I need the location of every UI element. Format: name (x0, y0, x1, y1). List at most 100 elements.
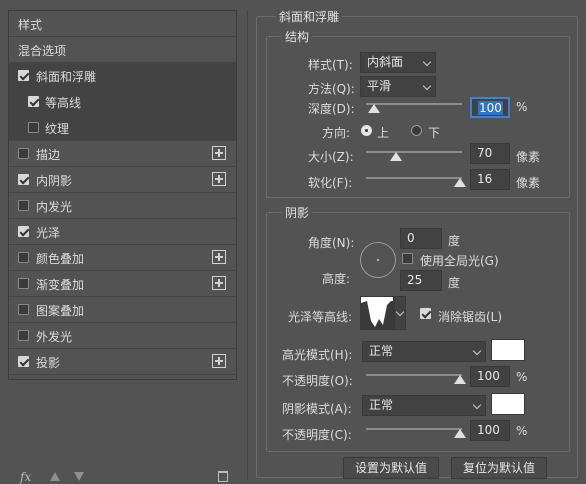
global-light-label[interactable]: 使用全局光(G) (420, 252, 499, 269)
size-slider-track[interactable] (366, 151, 462, 153)
style-select-value: 内斜面 (367, 55, 404, 69)
highlight-mode-select[interactable]: 正常 (362, 341, 486, 362)
shadow-mode-select[interactable]: 正常 (362, 395, 486, 416)
style-list: 样式混合选项斜面和浮雕等高线纹理描边内阴影 内发光 光泽 颜色叠加 渐变叠加 图案叠加 外发… (8, 10, 237, 380)
depth-slider-track[interactable] (366, 103, 462, 105)
chevron-down-icon (422, 81, 432, 91)
altitude-input-value: 25 (407, 273, 423, 287)
move-up-icon[interactable] (50, 472, 60, 481)
style-checkbox[interactable] (18, 356, 29, 367)
add-effect-icon[interactable] (212, 354, 226, 368)
style-list-item[interactable]: 光泽 (9, 219, 236, 245)
make-default-button[interactable]: 设置为默认值 (343, 457, 439, 479)
style-checkbox[interactable] (18, 304, 29, 315)
depth-label: 深度(D): (308, 102, 355, 116)
direction-down-radio[interactable] (411, 125, 422, 136)
style-list-item-label: 纹理 (45, 122, 70, 136)
panel-divider (247, 10, 248, 480)
shading-title: 阴影 (282, 204, 313, 221)
shadow-opacity-thumb[interactable] (454, 429, 466, 438)
style-list-item[interactable]: 颜色叠加 (9, 245, 236, 271)
style-list-item[interactable]: 图案叠加 (9, 297, 236, 323)
add-effect-icon[interactable] (212, 146, 226, 160)
shadow-mode-label: 阴影模式(A): (282, 402, 352, 416)
depth-input[interactable]: 100 (470, 97, 510, 118)
shadow-opacity-value: 100 (477, 423, 500, 437)
style-list-item-label: 斜面和浮雕 (36, 70, 97, 84)
style-checkbox[interactable] (18, 200, 29, 211)
style-checkbox[interactable] (18, 226, 29, 237)
direction-label: 方向: (322, 126, 351, 140)
depth-unit: % (516, 100, 528, 114)
anti-alias-checkbox[interactable] (420, 308, 431, 319)
style-list-item-label: 投影 (36, 356, 61, 370)
soften-slider-track[interactable] (366, 177, 462, 179)
fx-button[interactable]: fx (20, 470, 31, 484)
highlight-opacity-track[interactable] (366, 374, 462, 376)
highlight-opacity-label: 不透明度(O): (282, 374, 353, 388)
style-select[interactable]: 内斜面 (360, 52, 436, 73)
anti-alias-label[interactable]: 消除锯齿(L) (438, 308, 502, 325)
style-checkbox[interactable] (18, 174, 29, 185)
soften-label: 软化(F): (308, 176, 353, 190)
size-label: 大小(Z): (308, 150, 354, 164)
depth-input-value: 100 (478, 101, 503, 115)
angle-dial[interactable] (360, 242, 396, 278)
style-checkbox[interactable] (18, 278, 29, 289)
highlight-color-swatch[interactable] (491, 339, 525, 361)
gloss-contour-dropdown[interactable] (394, 296, 406, 330)
shadow-opacity-input[interactable]: 100 (470, 420, 510, 441)
direction-up-radio[interactable] (361, 125, 372, 136)
style-list-item[interactable]: 等高线 (9, 89, 236, 115)
technique-select-value: 平滑 (367, 79, 392, 93)
style-list-item[interactable]: 纹理 (9, 115, 236, 141)
gloss-contour-preview[interactable] (360, 296, 394, 330)
style-list-item[interactable]: 投影 (9, 349, 236, 375)
style-list-item[interactable]: 样式 (9, 11, 236, 37)
style-list-item[interactable]: 描边 (9, 141, 236, 167)
style-checkbox[interactable] (28, 122, 39, 133)
highlight-opacity-thumb[interactable] (454, 375, 466, 384)
soften-slider-thumb[interactable] (454, 178, 466, 187)
global-light-checkbox[interactable] (402, 253, 413, 264)
highlight-mode-value: 正常 (369, 344, 394, 358)
style-checkbox[interactable] (18, 148, 29, 159)
direction-up-label[interactable]: 上 (377, 124, 389, 141)
angle-input[interactable]: 0 (400, 228, 442, 249)
technique-select[interactable]: 平滑 (360, 76, 436, 97)
direction-down-label[interactable]: 下 (428, 124, 440, 141)
style-list-item[interactable]: 混合选项 (9, 37, 236, 63)
reset-default-button[interactable]: 复位为默认值 (451, 457, 547, 479)
add-effect-icon[interactable] (212, 276, 226, 290)
size-input[interactable]: 70 (470, 143, 510, 164)
size-input-value: 70 (477, 146, 493, 160)
depth-slider-thumb[interactable] (368, 104, 380, 113)
style-checkbox[interactable] (18, 330, 29, 341)
style-list-item[interactable]: 斜面和浮雕 (9, 63, 236, 89)
style-list-item[interactable]: 内发光 (9, 193, 236, 219)
move-down-icon[interactable] (74, 472, 84, 481)
shadow-opacity-track[interactable] (366, 428, 462, 430)
technique-label: 方法(Q): (308, 82, 355, 96)
style-list-item-label: 等高线 (45, 96, 82, 110)
soften-input[interactable]: 16 (470, 169, 510, 190)
shadow-color-swatch[interactable] (491, 393, 525, 415)
chevron-down-icon (472, 400, 482, 410)
style-checkbox[interactable] (18, 252, 29, 263)
trash-icon[interactable] (218, 471, 228, 482)
layer-style-list-panel: 样式混合选项斜面和浮雕等高线纹理描边内阴影 内发光 光泽 颜色叠加 渐变叠加 图案叠加 外发… (8, 10, 237, 484)
chevron-down-icon (422, 57, 432, 67)
style-list-item[interactable]: 外发光 (9, 323, 236, 349)
style-list-item[interactable]: 渐变叠加 (9, 271, 236, 297)
add-effect-icon[interactable] (212, 172, 226, 186)
style-checkbox[interactable] (28, 96, 39, 107)
style-list-item[interactable]: 内阴影 (9, 167, 236, 193)
highlight-opacity-input[interactable]: 100 (470, 366, 510, 387)
add-effect-icon[interactable] (212, 250, 226, 264)
style-list-item-label: 描边 (36, 148, 61, 162)
gloss-contour-curve (361, 301, 393, 329)
style-list-item-label: 混合选项 (18, 44, 67, 58)
altitude-input[interactable]: 25 (400, 270, 442, 291)
style-checkbox[interactable] (18, 70, 29, 81)
size-slider-thumb[interactable] (390, 152, 402, 161)
